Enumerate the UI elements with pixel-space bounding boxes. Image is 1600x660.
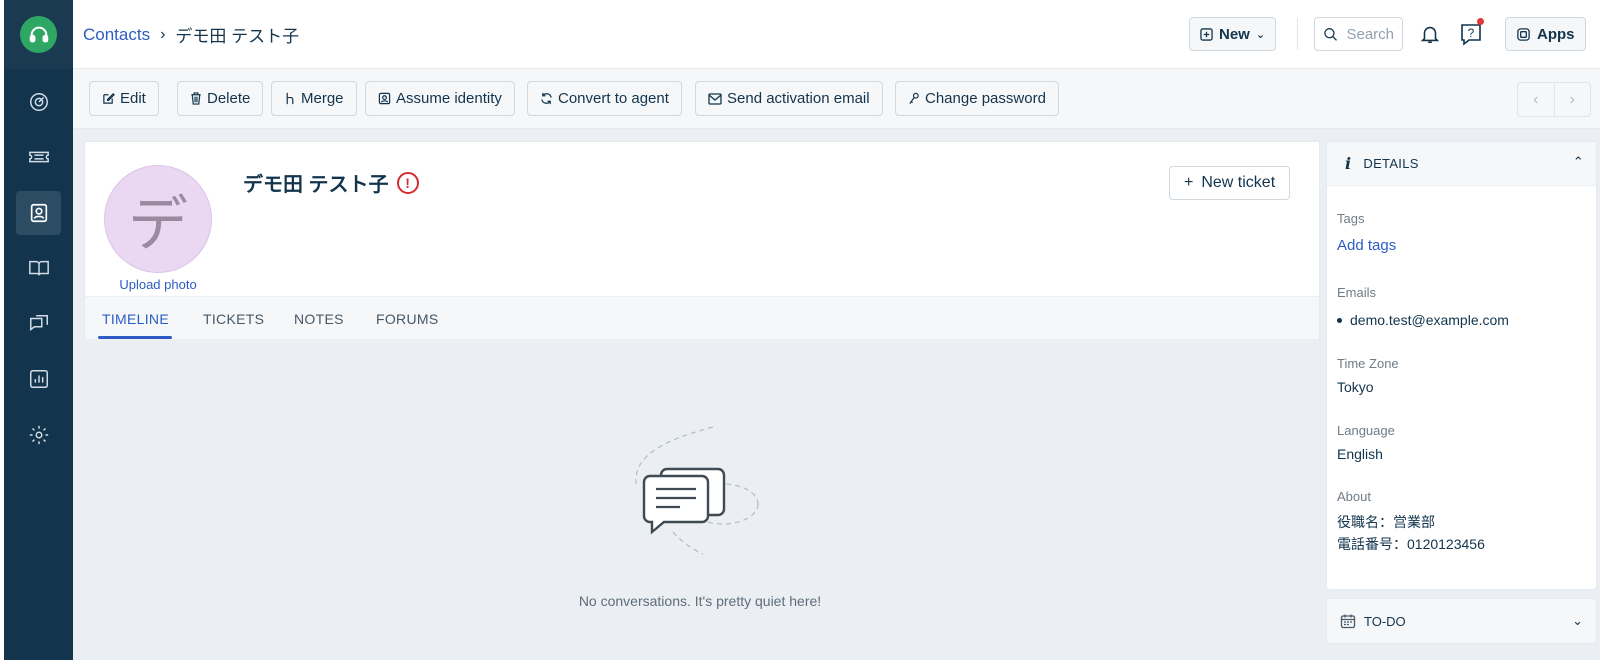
chevron-down-icon[interactable]: ⌄ xyxy=(1572,613,1583,629)
about-line-1: 役職名：営業部 xyxy=(1337,514,1435,530)
change-password-label: Change password xyxy=(925,90,1046,107)
breadcrumb-contacts-link[interactable]: Contacts xyxy=(83,25,150,45)
edit-label: Edit xyxy=(120,90,146,107)
tab-forums[interactable]: FORUMS xyxy=(376,311,438,327)
todo-panel[interactable]: TO-DO ⌄ xyxy=(1326,598,1597,644)
trash-icon xyxy=(191,92,201,105)
timezone-value: Tokyo xyxy=(1337,379,1374,395)
reports-icon[interactable] xyxy=(16,357,61,401)
empty-state-message: No conversations. It's pretty quiet here… xyxy=(578,593,822,609)
edit-icon xyxy=(103,93,115,104)
contact-header-card: デ Upload photo デモ田 テスト子 ! + New ticket T… xyxy=(84,141,1320,339)
tags-label: Tags xyxy=(1337,211,1365,226)
tickets-icon[interactable] xyxy=(16,135,61,179)
language-value: English xyxy=(1337,446,1383,462)
refresh-icon xyxy=(541,92,552,105)
tab-tickets[interactable]: TICKETS xyxy=(203,311,264,327)
bullet-icon xyxy=(1337,317,1342,323)
about-line-2: 電話番号：0120123456 xyxy=(1337,536,1485,552)
avatar: デ xyxy=(104,165,212,273)
contact-name-text: デモ田 テスト子 xyxy=(243,174,389,196)
email-value[interactable]: demo.test@example.com xyxy=(1350,312,1509,328)
breadcrumb-current: デモ田 テスト子 xyxy=(175,27,300,46)
help-notification-dot xyxy=(1477,18,1484,25)
forums-icon[interactable] xyxy=(16,302,61,346)
logo-area xyxy=(4,0,73,69)
settings-gear-icon[interactable] xyxy=(16,413,61,457)
edit-button[interactable]: Edit xyxy=(89,81,159,116)
delete-label: Delete xyxy=(207,90,251,107)
add-tags-link[interactable]: Add tags xyxy=(1337,237,1396,254)
new-button[interactable]: New ⌄ xyxy=(1189,17,1277,51)
search-icon xyxy=(1324,27,1337,41)
key-icon xyxy=(909,92,919,104)
upload-photo-link[interactable]: Upload photo xyxy=(85,277,231,292)
notifications-bell-icon[interactable] xyxy=(1415,18,1445,50)
details-panel: i DETAILS ⌃ Tags Add tags Emails demo.te… xyxy=(1326,141,1597,590)
timezone-label: Time Zone xyxy=(1337,356,1399,371)
chevron-down-icon: ⌄ xyxy=(1255,28,1266,41)
help-icon[interactable]: ? xyxy=(1456,18,1486,50)
dashboard-icon[interactable] xyxy=(16,80,61,124)
chevron-up-icon[interactable]: ⌃ xyxy=(1573,154,1584,170)
search-input[interactable]: Search xyxy=(1314,17,1403,51)
convert-to-agent-label: Convert to agent xyxy=(558,90,669,107)
merge-label: Merge xyxy=(301,90,344,107)
user-card-icon xyxy=(378,92,391,105)
new-button-label: New xyxy=(1219,25,1250,43)
contacts-icon[interactable] xyxy=(16,191,61,235)
language-label: Language xyxy=(1337,423,1395,438)
details-title: DETAILS xyxy=(1363,156,1419,171)
info-icon: i xyxy=(1345,154,1352,173)
assume-identity-label: Assume identity xyxy=(396,90,502,107)
emails-label: Emails xyxy=(1337,285,1377,300)
delete-button[interactable]: Delete xyxy=(177,81,264,116)
about-label: About xyxy=(1337,489,1371,504)
empty-conversations-icon xyxy=(635,426,759,555)
merge-button[interactable]: Merge xyxy=(271,81,357,116)
svg-text:?: ? xyxy=(1468,26,1475,40)
previous-record-button[interactable]: ‹ xyxy=(1518,83,1555,116)
plus-icon: + xyxy=(1184,174,1194,191)
next-record-button[interactable]: › xyxy=(1555,83,1591,116)
action-bar: Edit Delete Merge Assume identity Conver… xyxy=(73,69,1600,129)
knowledge-base-icon[interactable] xyxy=(16,246,61,290)
tab-notes[interactable]: NOTES xyxy=(294,311,344,327)
email-item: demo.test@example.com xyxy=(1337,312,1509,328)
breadcrumb: Contacts › デモ田 テスト子 xyxy=(83,22,299,47)
mail-icon xyxy=(708,92,722,105)
sidebar xyxy=(4,0,73,660)
assume-identity-button[interactable]: Assume identity xyxy=(365,81,515,116)
send-activation-email-button[interactable]: Send activation email xyxy=(695,81,883,116)
apps-button-label: Apps xyxy=(1537,25,1575,43)
warning-icon[interactable]: ! xyxy=(396,171,419,194)
search-placeholder: Search xyxy=(1346,25,1394,43)
contact-name: デモ田 テスト子 ! xyxy=(243,168,419,197)
tab-timeline[interactable]: TIMELINE xyxy=(102,311,169,327)
contact-tabs: TIMELINE TICKETS NOTES FORUMS xyxy=(85,296,1319,339)
apps-icon xyxy=(1517,27,1530,41)
top-bar: Contacts › デモ田 テスト子 New ⌄ Search ? Apps xyxy=(73,0,1600,69)
todo-title: TO-DO xyxy=(1364,613,1406,629)
apps-button[interactable]: Apps xyxy=(1505,17,1586,51)
new-ticket-label: New ticket xyxy=(1201,174,1276,191)
new-ticket-button[interactable]: + New ticket xyxy=(1169,166,1291,200)
breadcrumb-separator: › xyxy=(160,25,166,43)
details-header[interactable]: i DETAILS ⌃ xyxy=(1327,142,1596,186)
logo-headset-icon[interactable] xyxy=(20,16,57,53)
topbar-divider xyxy=(1297,18,1298,50)
plus-square-icon xyxy=(1200,27,1213,41)
convert-to-agent-button[interactable]: Convert to agent xyxy=(527,81,682,116)
record-pager: ‹ › xyxy=(1517,82,1591,117)
send-activation-email-label: Send activation email xyxy=(727,90,870,107)
merge-icon xyxy=(286,92,294,105)
active-tab-indicator xyxy=(98,336,172,339)
change-password-button[interactable]: Change password xyxy=(895,81,1059,116)
calendar-icon xyxy=(1340,614,1356,629)
